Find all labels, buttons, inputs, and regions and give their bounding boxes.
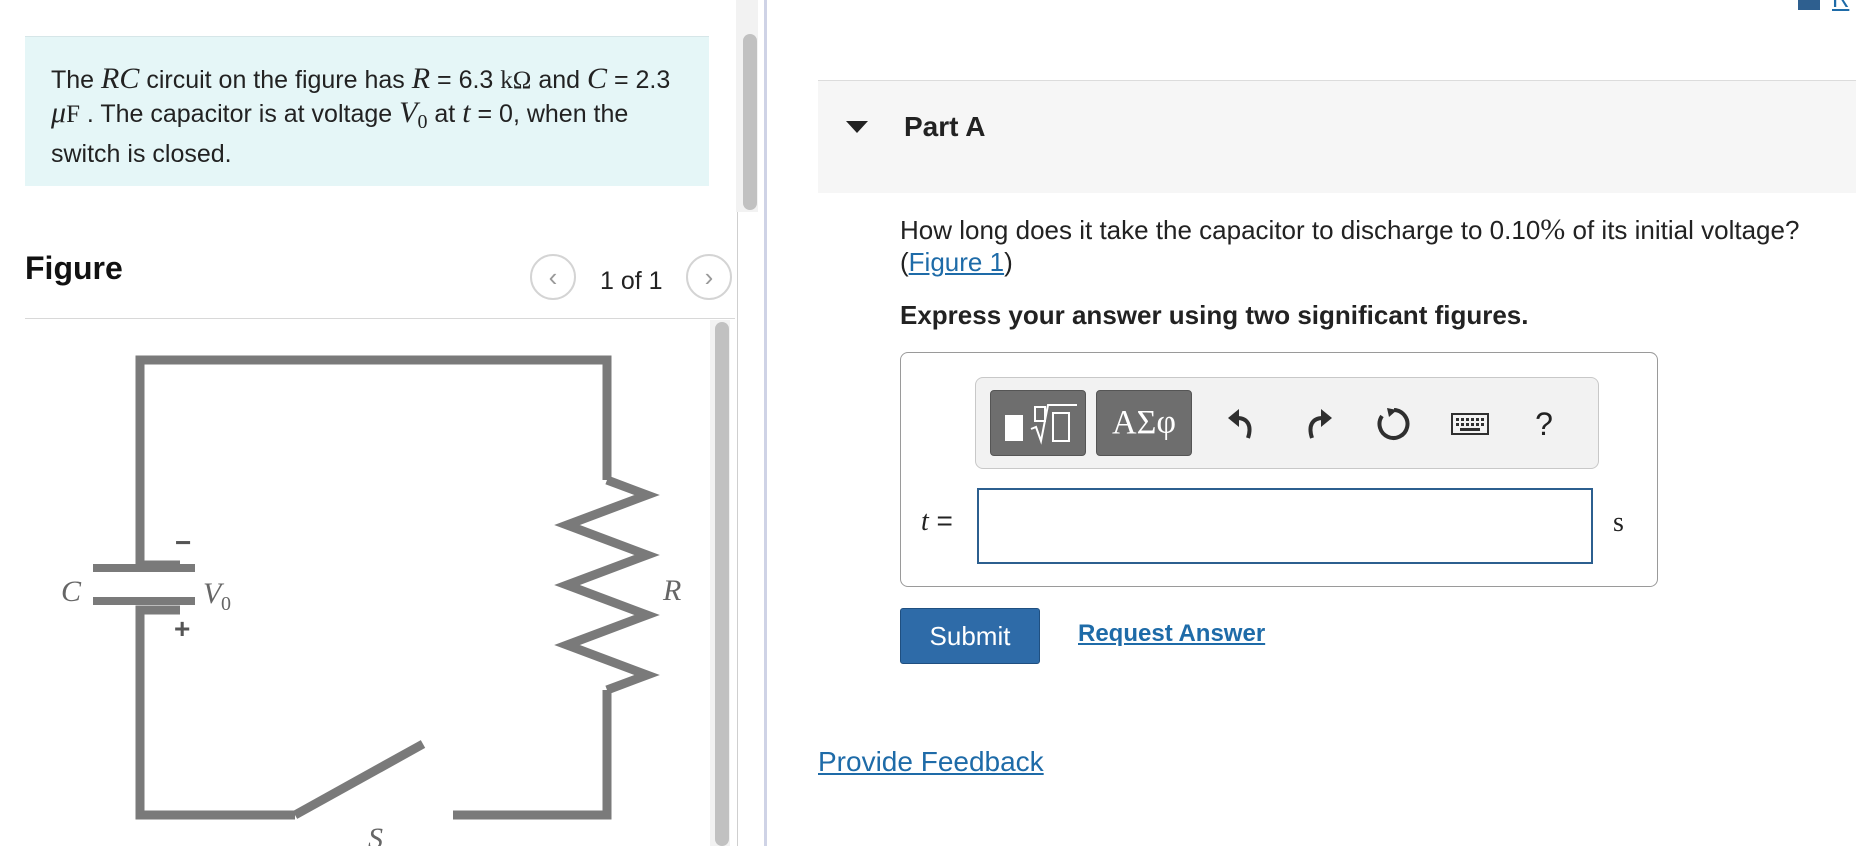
- figure-title: Figure: [25, 250, 123, 286]
- chevron-right-icon: ›: [704, 261, 714, 292]
- problem-statement: The RC circuit on the figure has R = 6.3…: [25, 36, 709, 186]
- capacitor-plate-top: [93, 564, 195, 572]
- c-unit: F: [66, 101, 80, 128]
- reset-icon: [1377, 408, 1410, 440]
- reset-button[interactable]: [1372, 402, 1416, 446]
- rc-symbol: RC: [101, 62, 140, 95]
- redo-button[interactable]: [1296, 402, 1340, 446]
- redo-icon: [1308, 409, 1332, 439]
- instruction-text: Express your answer using two significan…: [900, 300, 1529, 330]
- circuit-wire-top: [135, 355, 612, 570]
- switch-label: S: [368, 822, 383, 846]
- circuit-figure: C V 0 − + R S: [61, 355, 681, 846]
- help-button[interactable]: ?: [1522, 402, 1566, 446]
- part-title: Part A: [904, 111, 986, 142]
- answer-box: ΑΣφ ? t = s: [900, 352, 1658, 587]
- capacitor-plate-bottom: [93, 597, 195, 605]
- next-figure-button[interactable]: ›: [686, 254, 732, 300]
- undo-icon: [1228, 409, 1252, 439]
- voltage-label-subscript: 0: [221, 593, 231, 615]
- left-pane: The RC circuit on the figure has R = 6.3…: [0, 0, 758, 846]
- r-symbol: R: [411, 62, 431, 95]
- r-unit: kΩ: [500, 67, 532, 94]
- figure-counter: 1 of 1: [600, 267, 663, 295]
- plus-sign: +: [174, 613, 190, 644]
- figure-scrollbar-thumb[interactable]: [715, 322, 729, 846]
- pane-separator-line: [737, 212, 738, 846]
- submit-button[interactable]: Submit: [900, 608, 1040, 664]
- provide-feedback-link[interactable]: Provide Feedback: [818, 746, 1044, 778]
- math-toolbar: ΑΣφ ?: [975, 377, 1599, 469]
- resources-icon[interactable]: [1798, 0, 1820, 10]
- minus-sign: −: [175, 527, 191, 558]
- caret-down-icon[interactable]: [846, 121, 868, 133]
- keyboard-icon: [1451, 413, 1489, 435]
- figure-link[interactable]: Figure 1: [909, 247, 1004, 277]
- templates-button[interactable]: [990, 390, 1086, 456]
- symbols-button[interactable]: ΑΣφ: [1096, 390, 1192, 456]
- keyboard-button[interactable]: [1448, 402, 1492, 446]
- corner-link[interactable]: R: [1832, 0, 1849, 14]
- t-symbol: t: [462, 96, 471, 129]
- chevron-left-icon: ‹: [548, 261, 558, 292]
- switch-blade: [292, 740, 426, 819]
- request-answer-link[interactable]: Request Answer: [1078, 620, 1265, 648]
- pane-separator[interactable]: [764, 0, 767, 846]
- templates-icon: [1005, 404, 1077, 445]
- part-a-header[interactable]: Part A: [818, 80, 1856, 193]
- c-symbol: C: [586, 62, 607, 95]
- v0-symbol: V: [399, 96, 418, 129]
- capacitor-label: C: [61, 575, 82, 608]
- resistor-label: R: [662, 574, 681, 607]
- problem-scrollbar-thumb[interactable]: [743, 34, 757, 210]
- figure-divider: [25, 318, 735, 319]
- unit-label: s: [1613, 507, 1624, 538]
- previous-figure-button[interactable]: ‹: [530, 254, 576, 300]
- circuit-wire-bottom-left: [135, 605, 295, 820]
- resistor-zigzag: [554, 475, 660, 695]
- undo-button[interactable]: [1220, 402, 1264, 446]
- answer-variable-label: t =: [921, 505, 953, 537]
- answer-input[interactable]: [977, 488, 1593, 564]
- question-text: How long does it take the capacitor to d…: [900, 213, 1800, 278]
- circuit-wire-right: [453, 690, 612, 820]
